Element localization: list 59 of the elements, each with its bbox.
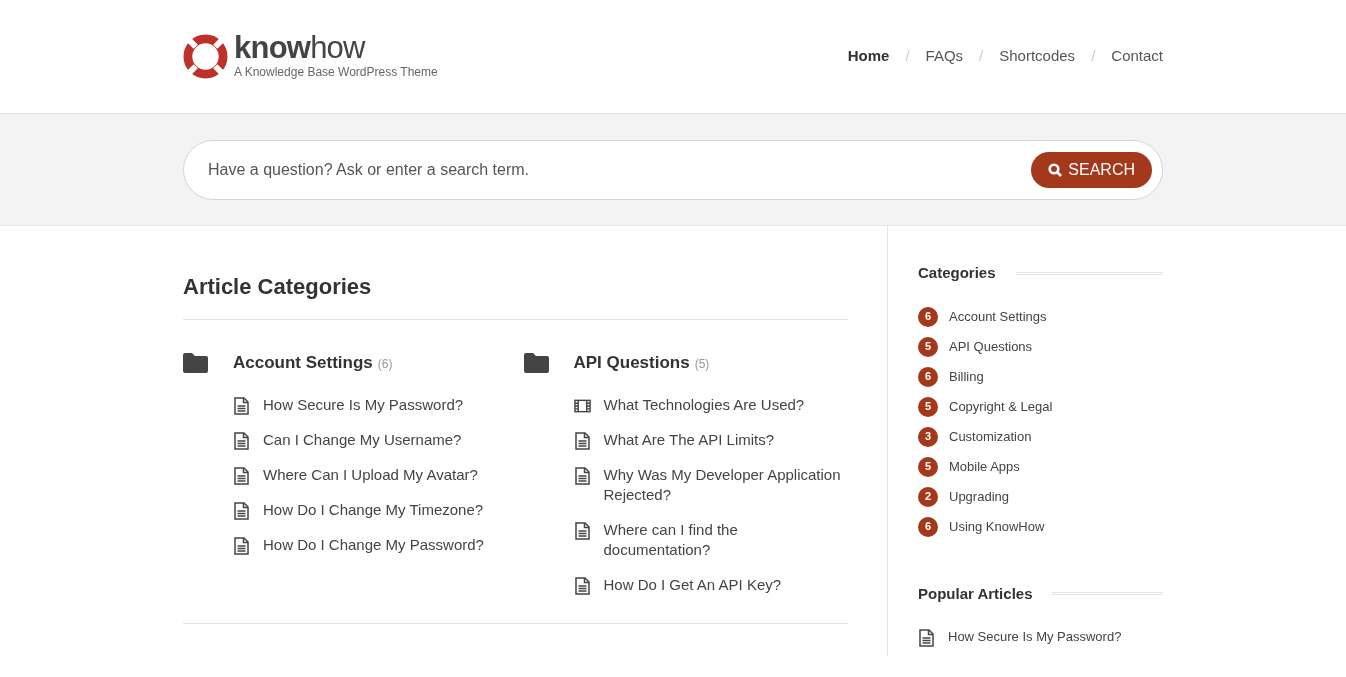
document-icon <box>233 396 250 415</box>
article-count: (6) <box>377 356 393 373</box>
document-icon <box>233 431 250 450</box>
article-link[interactable]: Why Was My Developer Application Rejected? <box>603 464 848 505</box>
article-link[interactable]: How Do I Change My Timezone? <box>263 499 484 520</box>
category-link[interactable]: API Questions <box>949 336 1033 357</box>
article-link[interactable]: How Secure Is My Password? <box>948 627 1122 647</box>
count-badge: 5 <box>918 336 938 357</box>
document-icon <box>233 536 250 555</box>
article-link[interactable]: Where can I find the documentation? <box>603 519 848 560</box>
count-badge: 6 <box>918 306 938 327</box>
article-link[interactable]: Can I Change My Username? <box>263 429 462 450</box>
category-link[interactable]: Billing <box>949 366 984 387</box>
article-link[interactable]: How Do I Get An API Key? <box>603 574 782 595</box>
search-button[interactable]: SEARCH <box>1031 151 1152 188</box>
page-title: Article Categories <box>183 270 848 320</box>
nav-link[interactable]: Home <box>847 45 890 68</box>
category-link[interactable]: Account Settings <box>949 306 1047 327</box>
document-icon <box>573 521 591 540</box>
document-icon <box>573 576 591 595</box>
document-icon <box>573 431 591 450</box>
section-heading: Categories <box>918 263 996 283</box>
count-badge: 5 <box>918 396 938 417</box>
document-icon <box>233 466 250 485</box>
search-icon <box>1048 162 1063 177</box>
count-badge: 2 <box>918 486 938 507</box>
category-link[interactable]: Mobile Apps <box>949 456 1020 477</box>
count-badge: 6 <box>918 366 938 387</box>
count-badge: 3 <box>918 426 938 447</box>
count-badge: 6 <box>918 516 938 537</box>
category-link[interactable]: Using KnowHow <box>949 516 1045 537</box>
section-heading: Popular Articles <box>918 583 1033 604</box>
article-link[interactable]: What Technologies Are Used? <box>603 394 805 415</box>
article-link[interactable]: How Secure Is My Password? <box>263 394 464 415</box>
count-badge: 5 <box>918 456 938 477</box>
category-link[interactable]: Upgrading <box>949 486 1009 507</box>
nav-link[interactable]: Shortcodes <box>999 45 1076 68</box>
logo-wordmark[interactable]: knowhow <box>234 32 438 63</box>
search-field[interactable]: Have a question? Ask or enter a search term. SEARCH <box>183 139 1163 200</box>
category-link[interactable]: Account Settings <box>233 350 373 376</box>
nav-link[interactable]: FAQs <box>925 45 964 68</box>
nav-link[interactable]: Contact <box>1111 45 1163 68</box>
nav-separator: / <box>979 46 984 67</box>
category-link[interactable]: Customization <box>949 426 1032 447</box>
document-icon <box>233 501 250 520</box>
lifebuoy-logo-icon[interactable] <box>183 34 228 79</box>
folder-icon <box>523 352 549 373</box>
folder-icon <box>183 352 208 373</box>
article-link[interactable]: What Are The API Limits? <box>603 429 775 450</box>
category-link[interactable]: Copyright & Legal <box>949 396 1053 417</box>
article-link[interactable]: Where Can I Upload My Avatar? <box>263 464 478 485</box>
document-icon <box>573 466 591 485</box>
document-icon <box>918 629 935 647</box>
nav-separator: / <box>1091 46 1096 67</box>
article-link[interactable]: How Do I Change My Password? <box>263 534 484 555</box>
nav-separator: / <box>905 46 910 67</box>
logo-tagline: A Knowledge Base WordPress Theme <box>234 63 438 81</box>
article-count: (5) <box>694 356 710 373</box>
category-link[interactable]: API Questions <box>573 350 690 376</box>
